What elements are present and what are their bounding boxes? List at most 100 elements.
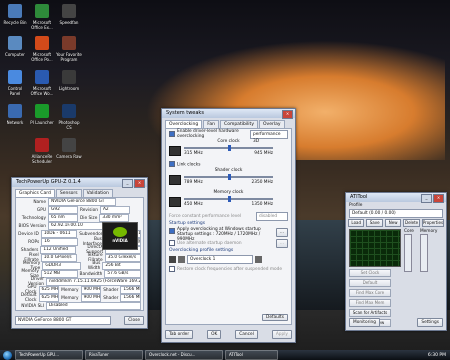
gpuz-row: Technology 65 nm Die Size 330 mm² — [18, 214, 141, 222]
force-select[interactable]: disabled — [256, 211, 288, 221]
computer-icon — [8, 36, 22, 50]
task-overclock-net[interactable]: Overclock.net - Discu... — [145, 350, 223, 360]
profile-row: Overclock 1 — [166, 254, 291, 264]
desktop-icon-favorite-program[interactable]: Your Favorite Program — [56, 36, 82, 62]
gpuz-row-sublabel: Subvendor — [79, 231, 103, 237]
profile-select[interactable]: Overclock 1 — [187, 254, 253, 264]
scan-artifacts-button[interactable]: Scan for Artifacts — [349, 309, 391, 317]
tweaks-title[interactable]: System tweaks — [162, 109, 295, 118]
control-panel-icon — [8, 70, 22, 84]
desktop-icon-recycle-bin[interactable]: Recycle Bin — [2, 4, 28, 25]
set-clock-button[interactable]: Set Clock — [349, 269, 391, 277]
task-atitool[interactable]: ATITool — [225, 350, 278, 360]
memory-slider[interactable] — [419, 234, 428, 272]
alt-startup-button[interactable]: … — [275, 238, 288, 248]
tab-fan[interactable]: Fan — [203, 120, 220, 128]
ati-profile-select[interactable]: Default (0.00 / 0.00) — [349, 209, 443, 218]
icon-label: Microsoft Office Wo... — [30, 86, 54, 96]
logo-text: nVIDIA — [112, 238, 128, 243]
default-button[interactable]: Default — [349, 279, 391, 287]
defaults-button[interactable]: Defaults — [262, 314, 288, 321]
startup-save-button[interactable]: … — [275, 228, 288, 237]
core-clock-slider[interactable] — [184, 145, 273, 151]
settings-button[interactable]: Settings — [417, 318, 443, 327]
icon-label: Microsoft Office Po... — [31, 52, 53, 62]
new-button[interactable]: New — [384, 219, 402, 227]
desktop-icon-network[interactable]: Network — [2, 104, 28, 125]
cancel-button[interactable]: Cancel — [235, 330, 258, 339]
gpuz-row-value: 35.0 GTexel/s — [104, 254, 141, 262]
save-button[interactable]: Save — [366, 219, 383, 227]
minimize-button[interactable]: _ — [122, 179, 133, 188]
close-icon[interactable]: × — [282, 110, 293, 119]
close-icon[interactable]: × — [134, 179, 145, 188]
ok-button[interactable]: OK — [207, 330, 222, 339]
task-rivatuner[interactable]: RivaTuner — [85, 350, 143, 360]
properties-button[interactable]: Properties — [421, 219, 445, 227]
apply-startup-checkbox[interactable] — [169, 228, 175, 234]
core-clock-knob[interactable] — [227, 145, 231, 151]
shader-icon — [169, 175, 181, 185]
mode-select[interactable]: performance 3D — [250, 129, 288, 144]
memory-chip-icon — [169, 197, 181, 207]
shader-clock-slider[interactable] — [184, 174, 273, 180]
memory-clock-slider[interactable] — [184, 196, 273, 202]
desktop-icon-word[interactable]: Microsoft Office Wo... — [29, 70, 55, 96]
gpuz-row-value: GDDR3 — [42, 262, 81, 270]
scheduler-icon — [35, 138, 49, 152]
link-clocks-checkbox[interactable] — [169, 161, 175, 167]
tab-compatibility[interactable]: Compatibility — [220, 120, 258, 128]
desktop-icon-photoshop[interactable]: Photoshop CS — [56, 104, 82, 130]
monitoring-button[interactable]: Monitoring — [349, 318, 380, 327]
gpuz-tabs: Graphics Card Sensors Validation — [12, 187, 147, 197]
load-button[interactable]: Load — [348, 219, 365, 227]
desktop-icon-computer[interactable]: Computer — [2, 36, 28, 57]
desktop-icon-scheduler[interactable]: AllianceRe Scheduler — [29, 138, 55, 164]
restore-checkbox[interactable] — [169, 266, 175, 272]
desktop-icon-pi-launcher[interactable]: PI Launcher — [29, 104, 55, 125]
save-profile-icon[interactable] — [178, 255, 185, 263]
restore-row: Restore clock frequencies after suspende… — [166, 264, 291, 274]
desktop-icon-control-panel[interactable]: Control Panel — [2, 70, 28, 96]
icon-label: Computer — [5, 52, 25, 57]
tab-sensors[interactable]: Sensors — [55, 189, 82, 197]
desktop-icon-powerpoint[interactable]: Microsoft Office Po... — [29, 36, 55, 62]
close-icon[interactable]: × — [433, 194, 444, 203]
delete-button[interactable]: Delete — [403, 219, 420, 227]
minimize-button[interactable]: _ — [421, 194, 432, 203]
tab-validation[interactable]: Validation — [82, 189, 113, 197]
find-max-core-button[interactable]: Find Max Core — [349, 289, 391, 297]
ati-left: Set Clock Default Find Max Core Find Max… — [349, 229, 401, 329]
delete-profile-icon[interactable] — [255, 255, 262, 263]
icon-label: Control Panel — [7, 86, 23, 96]
gpuz-row-sublabel: Shader — [103, 295, 119, 301]
close-button[interactable]: Close — [124, 316, 144, 325]
apply-button[interactable]: Apply — [271, 330, 292, 339]
desktop-icon-excel[interactable]: Microsoft Office Ex... — [29, 4, 55, 30]
program-icon — [62, 36, 76, 50]
load-profile-icon[interactable] — [169, 255, 176, 263]
tab-order-button[interactable]: Tab order — [165, 330, 194, 339]
shader-clock-max: 2350 MHz — [251, 180, 274, 185]
find-max-mem-button[interactable]: Find Max Mem — [349, 299, 391, 307]
tab-overclocking[interactable]: Overclocking — [165, 120, 203, 128]
task-gpuz[interactable]: TechPowerUp GPU... — [15, 350, 83, 360]
alt-startup-checkbox[interactable] — [169, 240, 175, 246]
desktop-icon-camera-raw[interactable]: Camera Raw — [56, 138, 82, 159]
clock[interactable]: 6:30 PM — [428, 353, 450, 358]
shader-clock-knob[interactable] — [227, 174, 231, 180]
device-select[interactable]: NVIDIA GeForce 8800 GT — [15, 316, 111, 325]
icon-label: Speedfan — [59, 20, 79, 25]
desktop-icon-lightroom[interactable]: Lightroom — [56, 70, 82, 91]
desktop-icon-speedfan[interactable]: Speedfan — [56, 4, 82, 25]
start-orb-icon[interactable] — [3, 350, 12, 360]
core-slider[interactable] — [404, 234, 412, 272]
gpuz-row-value: A2 — [99, 206, 130, 214]
tab-overlay[interactable]: Overlay — [259, 120, 285, 128]
tab-graphics-card[interactable]: Graphics Card — [15, 189, 55, 197]
memory-clock-group: Memory clock 450 MHz 1350 MHz — [166, 190, 291, 212]
memory-slider-group: Memory — [419, 229, 437, 329]
enable-checkbox[interactable] — [169, 131, 175, 137]
ati-bottom: Monitoring Settings — [349, 318, 443, 327]
memory-clock-knob[interactable] — [227, 196, 231, 202]
